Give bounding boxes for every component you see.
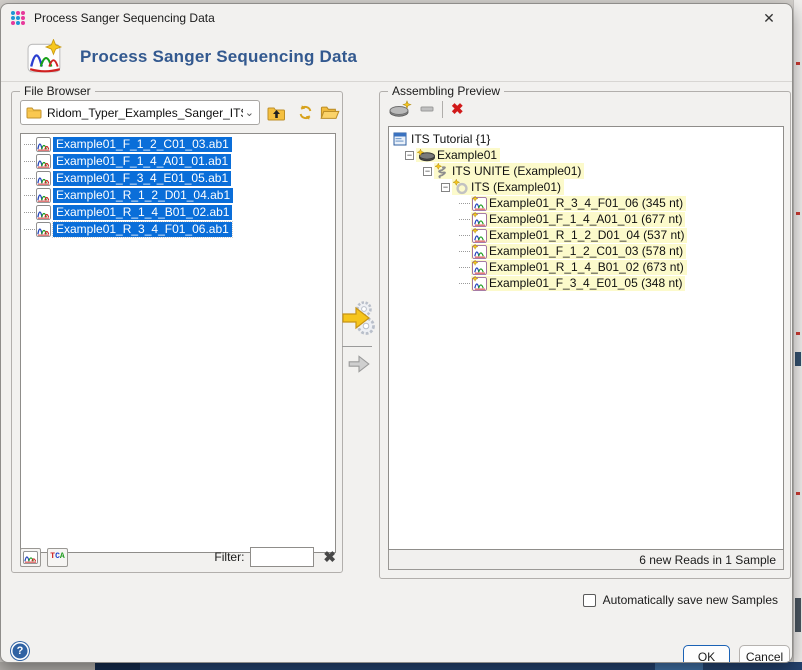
collapse-toggle-icon[interactable]: −	[405, 151, 414, 160]
chromatogram-filter-toggle[interactable]	[20, 548, 41, 567]
tree-read-row[interactable]: Example01_R_3_4_F01_06 (345 nt)	[393, 195, 783, 211]
project-icon	[393, 132, 408, 147]
delete-all-icon[interactable]: ✖	[451, 102, 464, 117]
chromatogram-icon	[36, 188, 51, 203]
chromatogram-icon	[36, 137, 51, 152]
filter-label: Filter:	[214, 550, 244, 564]
file-browser-legend: File Browser	[20, 84, 95, 98]
tca-sequence-toggle[interactable]: TCA	[47, 548, 68, 567]
toolbar-separator	[442, 101, 443, 118]
read-chromatogram-star-icon	[472, 244, 487, 259]
page-title: Process Sanger Sequencing Data	[80, 47, 357, 67]
chromatogram-star-logo-icon	[27, 39, 63, 75]
read-chromatogram-star-icon	[472, 276, 487, 291]
file-row[interactable]: Example01_R_3_4_F01_06.ab1	[24, 221, 335, 238]
read-chromatogram-star-icon	[472, 260, 487, 275]
read-label: Example01_R_3_4_F01_06 (345 nt)	[489, 196, 683, 210]
collapse-toggle-icon[interactable]: −	[423, 167, 432, 176]
file-name: Example01_F_1_2_C01_03.ab1	[53, 137, 232, 152]
tree-locus-its-row[interactable]: − ITS (Example01)	[393, 179, 783, 195]
app-logo-dots-icon	[11, 11, 25, 25]
dialog-header: Process Sanger Sequencing Data	[1, 32, 792, 82]
refresh-icon[interactable]	[293, 102, 317, 123]
filter-input[interactable]	[250, 547, 314, 567]
close-icon[interactable]: ✕	[759, 9, 779, 27]
file-row[interactable]: Example01_F_1_2_C01_03.ab1	[24, 136, 335, 153]
process-transfer-button[interactable]	[341, 299, 377, 337]
preview-toolbar: ✖	[388, 98, 464, 120]
background-window-strip	[793, 0, 802, 670]
folder-icon	[26, 106, 42, 119]
window-title: Process Sanger Sequencing Data	[34, 11, 215, 25]
project-label: ITS Tutorial {1}	[411, 132, 490, 146]
tree-root-row[interactable]: ITS Tutorial {1}	[393, 131, 783, 147]
tree-read-row[interactable]: Example01_R_1_2_D01_04 (537 nt)	[393, 227, 783, 243]
tree-read-row[interactable]: Example01_R_1_4_B01_02 (673 nt)	[393, 259, 783, 275]
tree-read-row[interactable]: Example01_F_1_4_A01_01 (677 nt)	[393, 211, 783, 227]
transfer-arrow-disabled-button[interactable]	[347, 354, 371, 374]
chromatogram-icon	[36, 205, 51, 220]
tree-sample-row[interactable]: − Example01	[393, 147, 783, 163]
read-label: Example01_R_1_4_B01_02 (673 nt)	[489, 260, 684, 274]
collapse-toggle-icon[interactable]: −	[441, 183, 450, 192]
clear-filter-icon[interactable]: ✖	[323, 550, 336, 565]
remove-minus-icon[interactable]	[420, 106, 434, 112]
tree-locus-unite-row[interactable]: − ITS UNITE (Example01)	[393, 163, 783, 179]
open-folder-button[interactable]	[318, 102, 342, 123]
preview-tree[interactable]: ITS Tutorial {1} − Example01	[388, 126, 784, 550]
read-chromatogram-star-icon	[472, 212, 487, 227]
autosave-label: Automatically save new Samples	[603, 593, 778, 607]
chromatogram-icon	[36, 154, 51, 169]
assembling-preview-legend: Assembling Preview	[388, 84, 504, 98]
help-icon[interactable]: ?	[11, 642, 29, 660]
file-name: Example01_R_3_4_F01_06.ab1	[53, 222, 232, 237]
process-sanger-dialog: Process Sanger Sequencing Data ✕ Process…	[0, 3, 793, 663]
file-row[interactable]: Example01_F_1_4_A01_01.ab1	[24, 153, 335, 170]
background-taskbar-strip	[0, 662, 802, 670]
screen: Process Sanger Sequencing Data ✕ Process…	[0, 0, 802, 670]
read-label: Example01_F_1_4_A01_01 (677 nt)	[489, 212, 682, 226]
tree-read-row[interactable]: Example01_F_3_4_E01_05 (348 nt)	[393, 275, 783, 291]
file-row[interactable]: Example01_F_3_4_E01_05.ab1	[24, 170, 335, 187]
chromatogram-icon	[36, 171, 51, 186]
file-name: Example01_F_3_4_E01_05.ab1	[53, 171, 231, 186]
file-browser-footer: TCA Filter: ✖	[20, 547, 336, 567]
file-list[interactable]: Example01_F_1_2_C01_03.ab1 Example01_F_1…	[20, 133, 336, 553]
locus-ring-star-icon	[453, 179, 469, 195]
chevron-down-icon: ⌄	[245, 106, 254, 119]
read-label: Example01_R_1_2_D01_04 (537 nt)	[489, 228, 684, 242]
parent-folder-button[interactable]	[264, 102, 288, 123]
autosave-checkbox[interactable]	[583, 594, 596, 607]
ok-button[interactable]: OK	[683, 645, 730, 663]
read-chromatogram-star-icon	[472, 196, 487, 211]
locus-unite-label: ITS UNITE (Example01)	[452, 164, 581, 178]
file-browser-group: File Browser Ridom_Typer_Examples_Sanger…	[11, 91, 343, 573]
status-text: 6 new Reads in 1 Sample	[639, 553, 776, 567]
assembling-preview-group: Assembling Preview ✖	[379, 91, 791, 579]
locus-coil-star-icon	[435, 163, 450, 179]
cancel-button[interactable]: Cancel	[739, 645, 790, 663]
directory-combobox[interactable]: Ridom_Typer_Examples_Sanger_ITS/ ⌄	[20, 100, 260, 125]
chromatogram-icon	[36, 222, 51, 237]
file-row[interactable]: Example01_R_1_2_D01_04.ab1	[24, 187, 335, 204]
sample-label: Example01	[437, 148, 497, 162]
file-row[interactable]: Example01_R_1_4_B01_02.ab1	[24, 204, 335, 221]
sample-disc-star-icon	[417, 149, 435, 162]
autosave-option: Automatically save new Samples	[583, 593, 778, 607]
read-chromatogram-star-icon	[472, 228, 487, 243]
title-bar[interactable]: Process Sanger Sequencing Data ✕	[1, 4, 792, 32]
read-label: Example01_F_1_2_C01_03 (578 nt)	[489, 244, 683, 258]
new-sample-disc-icon[interactable]	[388, 100, 412, 118]
tree-read-row[interactable]: Example01_F_1_2_C01_03 (578 nt)	[393, 243, 783, 259]
read-label: Example01_F_3_4_E01_05 (348 nt)	[489, 276, 682, 290]
divider	[342, 346, 372, 347]
file-name: Example01_R_1_2_D01_04.ab1	[53, 188, 233, 203]
locus-its-label: ITS (Example01)	[471, 180, 561, 194]
file-name: Example01_R_1_4_B01_02.ab1	[53, 205, 232, 220]
directory-path: Ridom_Typer_Examples_Sanger_ITS/	[47, 106, 243, 120]
status-bar: 6 new Reads in 1 Sample	[388, 550, 784, 570]
file-name: Example01_F_1_4_A01_01.ab1	[53, 154, 231, 169]
